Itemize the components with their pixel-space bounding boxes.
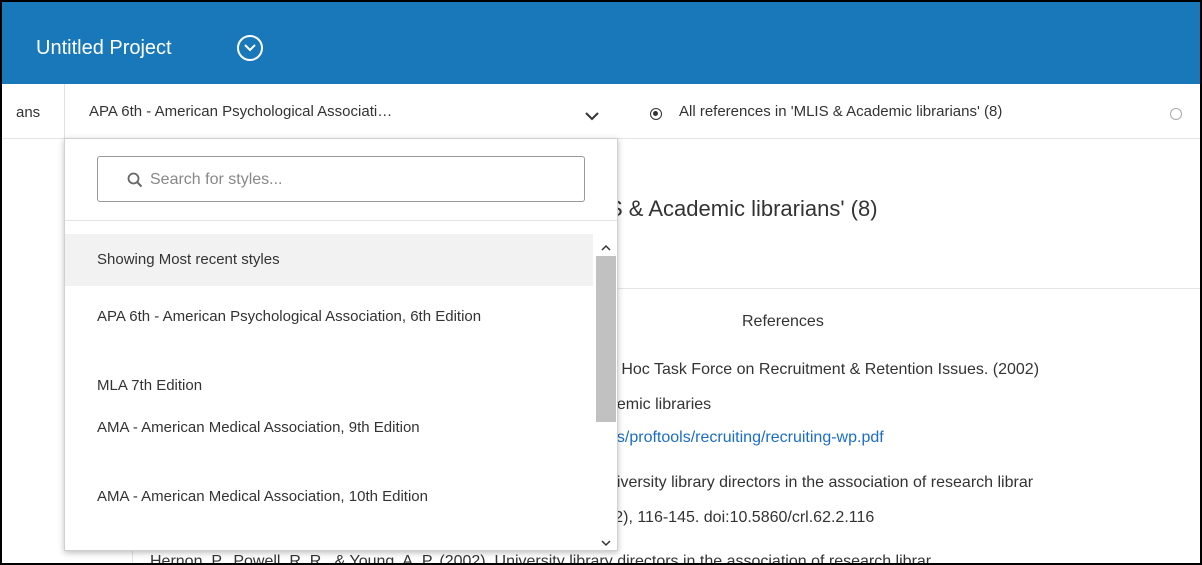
style-option[interactable]: AMA - American Medical Association, 9th … [97, 414, 567, 442]
citation-style-selected[interactable]: APA 6th - American Psychological Associa… [89, 103, 392, 120]
radio-other-scope[interactable] [1170, 108, 1182, 120]
style-option[interactable]: APA 6th - American Psychological Associa… [97, 303, 567, 331]
reference-line: niversity library directors in the assoc… [608, 474, 1034, 491]
list-section-header: Showing Most recent styles [65, 234, 593, 286]
style-dropdown-panel: Showing Most recent styles APA 6th - Ame… [64, 138, 618, 551]
dropdown-separator [65, 220, 617, 221]
radio-all-references[interactable] [650, 108, 662, 120]
collection-heading: S & Academic librarians' (8) [608, 196, 878, 221]
scroll-down-icon[interactable] [601, 534, 611, 550]
reference-line: d Hoc Task Force on Recruitment & Retent… [608, 361, 1040, 378]
reference-line: demic libraries [608, 396, 712, 413]
reference-link[interactable]: es/proftools/recruiting/recruiting-wp.pd… [608, 429, 884, 447]
search-icon [127, 172, 143, 193]
reference-line: Hernon, P., Powell, R. R., & Young, A. P… [150, 553, 932, 565]
citation-toolbar: ans APA 6th - American Psychological Ass… [2, 84, 1200, 139]
style-search-box[interactable] [97, 156, 585, 202]
section-label: Showing Most recent styles [97, 251, 280, 268]
reference-line: 2(2), 116-145. doi:10.5860/crl.62.2.116 [600, 509, 875, 526]
project-title[interactable]: Untitled Project [36, 36, 172, 60]
scrollbar-thumb[interactable] [596, 256, 616, 422]
project-header: Untitled Project [2, 2, 1200, 84]
style-option[interactable]: AMA - American Medical Association, 10th… [97, 483, 567, 511]
chevron-down-icon[interactable] [585, 108, 599, 126]
scroll-up-icon[interactable] [601, 238, 611, 256]
project-menu-chevron-icon[interactable] [237, 35, 263, 61]
style-search-input[interactable] [148, 159, 572, 201]
references-heading: References [742, 313, 824, 330]
style-option[interactable]: MLA 7th Edition [97, 372, 567, 400]
app-frame: Untitled Project ans APA 6th - American … [0, 0, 1202, 565]
all-references-label[interactable]: All references in 'MLIS & Academic libra… [679, 103, 1002, 120]
citation-style-select[interactable]: APA 6th - American Psychological Associa… [65, 84, 625, 138]
style-list: Showing Most recent styles APA 6th - Ame… [65, 234, 593, 550]
truncated-tab[interactable]: ans [16, 104, 40, 121]
list-scrollbar[interactable] [595, 234, 617, 550]
